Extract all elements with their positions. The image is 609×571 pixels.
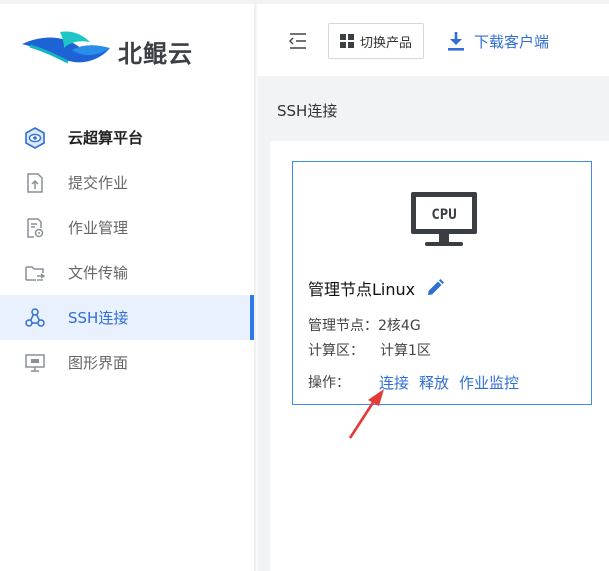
node-name: 管理节点Linux [308,280,416,299]
top-header: 切换产品 下载客户端 [258,4,609,76]
eye-shield-icon [24,126,46,149]
sidebar-item-label: SSH连接 [68,309,129,327]
sidebar-menu: 云超算平台 提交作业 作业管理 文件传输 SSH连接 图形界面 [0,115,254,385]
brand-name: 北鲲云 [118,40,193,68]
sidebar-item-label: 图形界面 [68,354,129,372]
sidebar-item-label: 文件传输 [68,264,129,282]
sidebar-item-submit-job[interactable]: 提交作业 [0,160,254,205]
node-card: CPU 管理节点Linux 管理节点：2核4G 计算区： 计算1区 操作： 连接 … [292,161,592,405]
red-arrow-annotation [346,388,386,440]
field-management-node: 管理节点：2核4G [308,318,421,334]
card-actions: 连接 释放 作业监控 [379,372,529,393]
switch-product-label: 切换产品 [359,35,412,51]
download-client-link[interactable]: 下载客户端 [446,28,549,54]
cpu-monitor-icon: CPU [409,190,479,250]
upload-doc-icon [24,172,46,194]
doc-settings-icon [24,217,46,239]
sidebar-item-label: 提交作业 [68,174,129,192]
folder-transfer-icon [24,262,46,284]
cpu-label: CPU [431,207,456,223]
sidebar-item-job-management[interactable]: 作业管理 [0,205,254,250]
download-client-label: 下载客户端 [474,32,550,51]
switch-product-button[interactable]: 切换产品 [328,23,424,59]
sidebar-item-gui[interactable]: 图形界面 [0,340,254,385]
edit-pencil-icon[interactable] [425,278,445,298]
monitor-icon [24,352,46,374]
whale-logo-icon [22,31,110,64]
job-monitor-link[interactable]: 作业监控 [459,372,519,393]
sidebar-item-label: 作业管理 [68,219,129,237]
sidebar-item-label: 云超算平台 [68,129,144,147]
ops-label: 操作： [308,375,350,391]
sidebar-item-file-transfer[interactable]: 文件传输 [0,250,254,295]
grid-icon [339,34,354,48]
sidebar-item-cloud-hpc[interactable]: 云超算平台 [0,115,254,160]
sidebar-item-ssh[interactable]: SSH连接 [0,295,254,340]
sidebar: 北鲲云 云超算平台 提交作业 作业管理 文件传输 SSH连接 图形界面 [0,4,254,571]
network-nodes-icon [24,307,46,329]
page-title: SSH连接 [277,102,338,120]
collapse-menu-icon[interactable] [288,32,308,50]
card-title: 管理节点Linux [308,276,445,300]
download-icon [448,32,464,51]
field-compute-zone: 计算区： 计算1区 [308,343,431,359]
release-link[interactable]: 释放 [419,372,449,393]
brand-logo[interactable]: 北鲲云 [20,26,220,74]
